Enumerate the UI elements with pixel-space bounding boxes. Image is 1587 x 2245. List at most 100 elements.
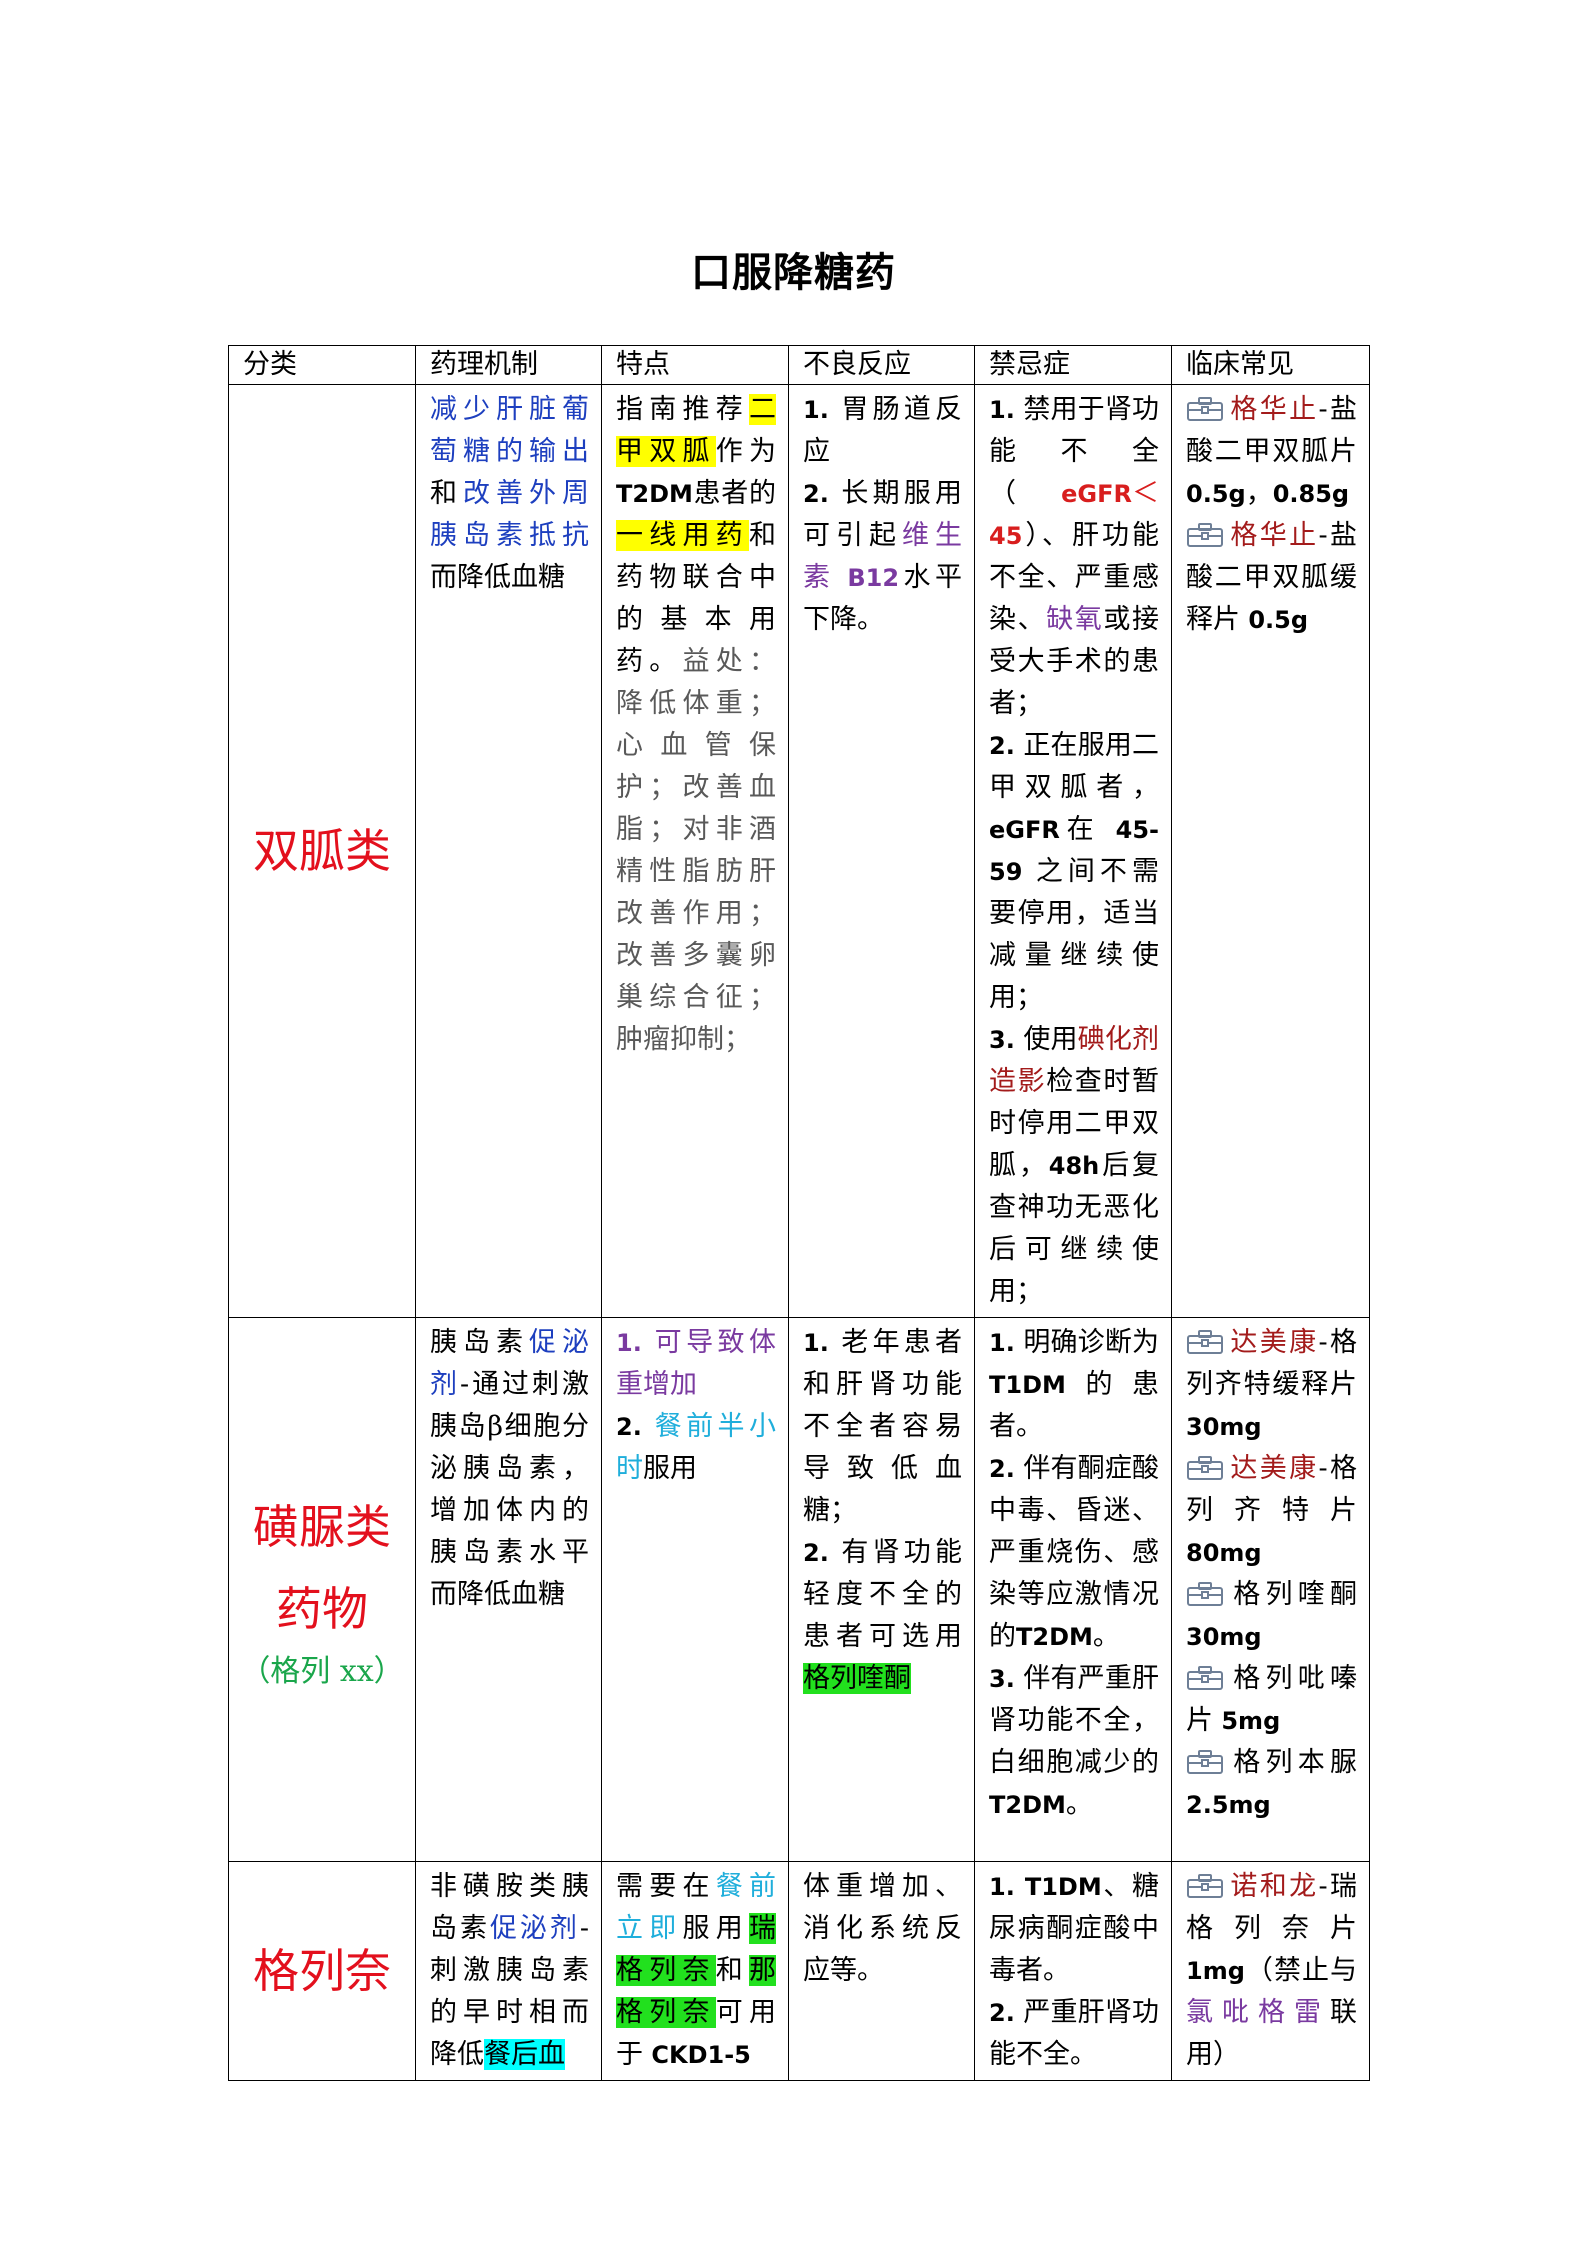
table-row: 格列奈 非磺胺类胰岛素促泌剂-刺激胰岛素的早时相而降低餐后血 需要在餐前立即服用… (228, 1861, 1370, 2081)
cell-text: 30mg (1186, 1413, 1262, 1441)
clinical-item: 达美康-格列齐特片 80mg (1186, 1448, 1357, 1574)
medicine-box-icon (1186, 1452, 1224, 1480)
medicine-box-icon (1186, 1746, 1224, 1774)
cell-text: 服用 (643, 1453, 697, 1484)
cell-text: 格华止 (1228, 394, 1319, 425)
cell-text: 0.5g (1186, 480, 1246, 508)
adverse-item: 1. 老年患者和肝肾功能不全者容易导致低血糖； (803, 1322, 962, 1532)
table-header-row: 分类 药理机制 特点 不良反应 禁忌症 临床常见 (228, 345, 1370, 385)
cell-text: 1. (989, 1873, 1025, 1901)
cell-text: T2DM (616, 480, 693, 508)
cell-text: -通过刺激胰岛β细胞分泌胰岛素，增加体内的胰岛素水平而降低血糖 (430, 1369, 590, 1610)
medicine-box-icon (1186, 519, 1224, 547)
category-name: 双胍类 (253, 824, 391, 878)
cell-text: 餐后血 (484, 2039, 565, 2070)
cell-text: 一线用药 (616, 520, 749, 551)
cell-text: CKD1-5 (643, 2041, 751, 2069)
cell-text: 格华止 (1228, 520, 1319, 551)
cell-text: 明确诊断为 (1023, 1327, 1160, 1358)
clinical-item: 格列本脲 2.5mg (1186, 1742, 1357, 1826)
cell-text: T1DM (1024, 1873, 1102, 1901)
clinical-cell: 诺和龙-瑞格列奈片 1mg（禁止与氯吡格雷联用） (1171, 1861, 1370, 2081)
contra-item: 3. 使用碘化剂造影检查时暂时停用二甲双胍，48h后复查神功无恶化后可继续使用； (989, 1019, 1159, 1313)
cell-text: 1mg (1186, 1957, 1245, 1985)
clinical-item: 格列喹酮 30mg (1186, 1574, 1357, 1658)
cell-text: 格列喹酮 (803, 1663, 911, 1694)
clinical-item: 格列吡嗪片 5mg (1186, 1658, 1357, 1742)
cell-text: 45 (989, 522, 1023, 550)
cell-text: 氯吡格雷 (1186, 1997, 1330, 2028)
cell-text: 达美康 (1228, 1327, 1319, 1358)
cell-text: 2. (989, 732, 1024, 760)
adverse-item: 2. 长期服用可引起维生素 B12水平下降。 (803, 473, 962, 641)
clinical-item: 达美康-格列齐特缓释片 30mg (1186, 1322, 1357, 1448)
cell-text: 减少肝脏葡萄糖的输出 (430, 394, 589, 467)
cell-text: 0.85g (1272, 480, 1350, 508)
mechanism-cell: 非磺胺类胰岛素促泌剂-刺激胰岛素的早时相而降低餐后血 (415, 1861, 602, 2081)
contra-item: 2. 伴有酮症酸中毒、昏迷、严重烧伤、感染等应激情况的T2DM。 (989, 1448, 1159, 1658)
cell-text: 体重增加、消化系统反应等。 (803, 1871, 962, 1986)
header-mechanism: 药理机制 (415, 345, 602, 385)
cell-text: 48h (1048, 1152, 1100, 1180)
cell-text: 2. (803, 480, 842, 508)
medicine-box-icon (1186, 1662, 1224, 1690)
contraindications-cell: 1. 禁用于肾功能不全（eGFR＜45）、肝功能不全、严重感染、缺氧或接受大手术… (974, 384, 1172, 1318)
clinical-cell: 格华止-盐酸二甲双胍片 0.5g，0.85g 格华止-盐酸二甲双胍缓释片 0.5g (1171, 384, 1370, 1318)
contra-item: 1. T1DM、糖尿病酮症酸中毒者。 (989, 1866, 1159, 1992)
cell-text: 格列喹酮 (1228, 1579, 1357, 1610)
cell-text: 2. (616, 1413, 655, 1441)
contra-item: 3. 伴有严重肝肾功能不全，白细胞减少的T2DM。 (989, 1658, 1159, 1826)
cell-text: 益处：降低体重；心血管保护；改善血脂；对非酒精性脂肪肝改善作用；改善多囊卵巢综合… (616, 646, 776, 1055)
cell-text: 30mg (1186, 1623, 1262, 1651)
features-cell: 需要在餐前立即服用瑞格列奈和那格列奈可用于 CKD1-5 (601, 1861, 789, 2081)
cell-text: 服用 (682, 1913, 750, 1944)
cell-text: 和 (715, 1955, 749, 1986)
cell-text: eGFR (989, 816, 1060, 844)
category-cell: 格列奈 (228, 1861, 416, 2081)
cell-text: 1. (989, 396, 1024, 424)
features-cell: 指南推荐二甲双胍作为T2DM患者的一线用药和药物联合中的基本用药。益处：降低体重… (601, 384, 789, 1318)
cell-text: ， (1245, 478, 1273, 509)
contra-item: 1. 明确诊断为T1DM的患者。 (989, 1322, 1159, 1448)
table-row: 双胍类 减少肝脏葡萄糖的输出和改善外周胰岛素抵抗而降低血糖 指南推荐二甲双胍作为… (228, 384, 1370, 1318)
category-cell: 磺脲类药物 （格列 xx） (228, 1317, 416, 1862)
cell-text: 3. (989, 1665, 1024, 1693)
cell-text: 2.5mg (1186, 1791, 1271, 1819)
clinical-item: 格华止-盐酸二甲双胍片 0.5g，0.85g (1186, 389, 1357, 515)
mechanism-cell: 减少肝脏葡萄糖的输出和改善外周胰岛素抵抗而降低血糖 (415, 384, 602, 1318)
contra-item: 1. 禁用于肾功能不全（eGFR＜45）、肝功能不全、严重感染、缺氧或接受大手术… (989, 389, 1159, 725)
adverse-cell: 体重增加、消化系统反应等。 (788, 1861, 975, 2081)
cell-text: 格列本脲 (1228, 1747, 1357, 1778)
cell-text: 促泌剂 (489, 1913, 580, 1944)
cell-text: 胰岛素 (430, 1327, 529, 1358)
cell-text: 作为 (715, 436, 776, 467)
cell-text: 缺氧 (1046, 604, 1104, 635)
cell-text: 80mg (1186, 1539, 1262, 1567)
cell-text: 2. (989, 1455, 1024, 1483)
contraindications-cell: 1. 明确诊断为T1DM的患者。 2. 伴有酮症酸中毒、昏迷、严重烧伤、感染等应激… (974, 1317, 1172, 1862)
mechanism-cell: 胰岛素促泌剂-通过刺激胰岛β细胞分泌胰岛素，增加体内的胰岛素水平而降低血糖 (415, 1317, 602, 1862)
medicine-box-icon (1186, 1870, 1224, 1898)
medicine-box-icon (1186, 393, 1224, 421)
cell-text: ＜ (1132, 478, 1159, 509)
cell-text: 1. (803, 1329, 842, 1357)
cell-text: 诺和龙 (1228, 1871, 1319, 1902)
cell-text: 1. (616, 1329, 655, 1357)
cell-text: B12 (834, 564, 900, 592)
cell-text: 1. (989, 1329, 1024, 1357)
cell-text: T1DM (989, 1371, 1066, 1399)
contraindications-cell: 1. T1DM、糖尿病酮症酸中毒者。 2. 严重肝肾功能不全。 (974, 1861, 1172, 2081)
features-cell: 1. 可导致体重增加 2. 餐前半小时服用 (601, 1317, 789, 1862)
cell-text: 5mg (1213, 1707, 1281, 1735)
adverse-cell: 1. 胃肠道反应 2. 长期服用可引起维生素 B12水平下降。 (788, 384, 975, 1318)
cell-text: T2DM (989, 1791, 1066, 1819)
cell-text: 。 (1092, 1621, 1120, 1652)
cell-text: 2. (803, 1539, 842, 1567)
category-subtitle: （格列 xx） (240, 1653, 404, 1689)
page-title: 口服降糖药 (691, 250, 896, 296)
cell-text: 需要在 (616, 1871, 716, 1902)
drug-table: 分类 药理机制 特点 不良反应 禁忌症 临床常见 双胍类 减少肝脏葡萄糖的输出和… (228, 345, 1370, 2081)
header-category: 分类 (228, 345, 416, 385)
adverse-item: 体重增加、消化系统反应等。 (803, 1866, 962, 1992)
cell-text: （禁止与 (1244, 1955, 1357, 1986)
